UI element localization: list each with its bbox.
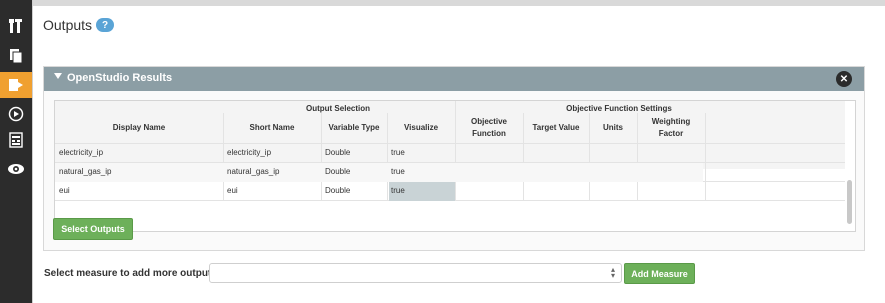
run-icon[interactable] [4, 102, 28, 126]
add-outputs-label: Select measure to add more outputs [44, 268, 217, 279]
measure-select[interactable]: ▴ ▾ [209, 263, 622, 283]
tools-icon[interactable] [4, 14, 28, 38]
cloud-icon[interactable] [4, 156, 28, 180]
table-row-variable-type[interactable]: Double [321, 162, 387, 181]
close-icon[interactable]: ✕ [836, 71, 852, 87]
select-outputs-button[interactable]: Select Outputs [53, 218, 133, 240]
page-title: Outputs [43, 17, 93, 33]
output-selection-group-header: Output Selection [306, 104, 370, 113]
col-weighting-factor-line2[interactable]: Factor [637, 127, 705, 141]
table-scrollbar[interactable] [847, 180, 852, 224]
results-icon[interactable] [4, 128, 28, 152]
table-row-visualize[interactable]: true [387, 162, 455, 181]
col-display-name[interactable]: Display Name [55, 113, 223, 143]
documents-icon[interactable] [4, 44, 28, 68]
add-measure-button[interactable]: Add Measure [624, 263, 695, 284]
col-units[interactable]: Units [589, 113, 637, 143]
col-visualize[interactable]: Visualize [387, 113, 455, 143]
table-row-short-name[interactable]: electricity_ip [223, 143, 321, 162]
table-row-short-name[interactable]: natural_gas_ip [223, 162, 321, 181]
col-target-value[interactable]: Target Value [523, 113, 589, 143]
table-row-display-name[interactable]: eui [55, 181, 223, 200]
panel-header[interactable]: OpenStudio Results ✕ [44, 67, 864, 91]
measures-icon[interactable] [0, 72, 32, 98]
table-row-display-name[interactable]: electricity_ip [55, 143, 223, 162]
chevron-down-icon [54, 73, 62, 79]
table-row-short-name[interactable]: eui [223, 181, 321, 200]
table-row-visualize[interactable]: true [387, 143, 455, 162]
select-arrows-icon: ▴ ▾ [610, 265, 615, 280]
help-icon[interactable]: ? [96, 18, 114, 32]
outputs-table: Output Selection Objective Function Sett… [54, 100, 856, 232]
table-row-visualize[interactable]: true [387, 181, 455, 200]
sidebar [0, 0, 32, 303]
panel-title: OpenStudio Results [67, 72, 173, 84]
col-objective-function-line2[interactable]: Function [455, 127, 523, 141]
table-row-display-name[interactable]: natural_gas_ip [55, 162, 223, 181]
table-row-variable-type[interactable]: Double [321, 181, 387, 200]
col-short-name[interactable]: Short Name [223, 113, 321, 143]
col-variable-type[interactable]: Variable Type [321, 113, 387, 143]
objective-settings-group-header: Objective Function Settings [566, 104, 672, 113]
openstudio-results-panel: OpenStudio Results ✕ Output Selection Ob… [43, 66, 865, 251]
table-row-variable-type[interactable]: Double [321, 143, 387, 162]
